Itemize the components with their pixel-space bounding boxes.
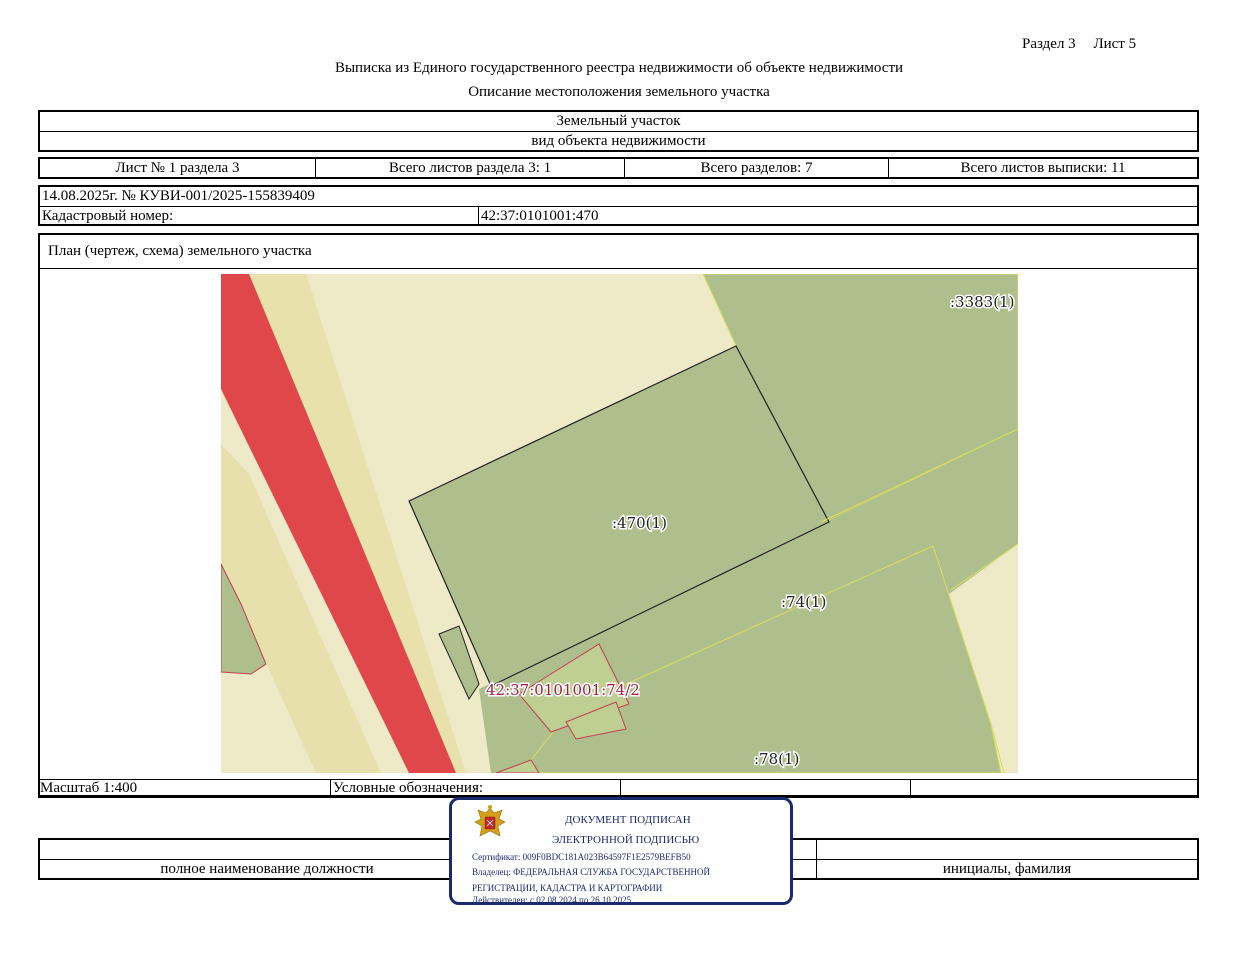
total-sections: Всего разделов: 7: [624, 159, 888, 177]
stamp-valid: Действителен: с 02.08.2024 по 26.10.2025: [472, 895, 632, 905]
cadastral-map: :3383(1) :470(1) :74(1) :78(1) 42:37:010…: [221, 274, 1018, 773]
stamp-owner-2: РЕГИСТРАЦИИ, КАДАСТРА И КАРТОГРАФИИ: [472, 883, 663, 893]
label-parcel-3383: :3383(1): [950, 293, 1014, 311]
stamp-owner-1: Владелец: ФЕДЕРАЛЬНАЯ СЛУЖБА ГОСУДАРСТВЕ…: [472, 867, 711, 877]
sheet-of-section: Лист № 1 раздела 3: [115, 159, 240, 176]
document-subtitle: Описание местоположения земельного участ…: [468, 84, 770, 100]
label-parcel-78: :78(1): [754, 750, 799, 768]
total-sheets-extract: Всего листов выписки: 11: [888, 159, 1197, 177]
total-sheets-section: Всего листов раздела 3: 1: [315, 159, 624, 177]
sheet-info: Раздел 3 Лист 5: [1022, 36, 1136, 53]
sheet-number: Лист 5: [1093, 36, 1137, 52]
eagle-emblem-icon: [474, 805, 506, 837]
scale-label: Масштаб 1:400: [40, 780, 138, 796]
map-drawing: :3383(1) :470(1) :74(1) :78(1) 42:37:010…: [221, 274, 1018, 773]
e-signature-stamp: ДОКУМЕНТ ПОДПИСАН ЭЛЕКТРОННОЙ ПОДПИСЬЮ С…: [449, 797, 793, 905]
position-label: полное наименование должности: [160, 860, 374, 877]
plan-title: План (чертеж, схема) земельного участка: [48, 243, 312, 259]
cadastral-number: 42:37:0101001:470: [478, 207, 1197, 225]
legend-cell-3: [910, 780, 1197, 796]
section-number: Раздел 3: [1022, 36, 1076, 52]
record-box: 14.08.2025г. № КУВИ-001/2025-155839409 К…: [38, 185, 1199, 226]
name-label: инициалы, фамилия: [816, 860, 1197, 878]
legend-cell-2: [620, 780, 910, 796]
label-parcel-470: :470(1): [612, 514, 667, 532]
document-title: Выписка из Единого государственного реес…: [334, 60, 904, 76]
legend-label: Условные обозначения:: [330, 780, 620, 796]
stamp-certificate: Сертификат: 009F0BDC181A023B64597F1E2579…: [472, 852, 691, 862]
label-parcel-74: :74(1): [781, 593, 826, 611]
object-name: Земельный участок: [556, 113, 681, 129]
stamp-line-2: ЭЛЕКТРОННОЙ ПОДПИСЬЮ: [552, 834, 700, 846]
object-kind: вид объекта недвижимости: [531, 133, 706, 149]
object-type-box: Земельный участок вид объекта недвижимос…: [38, 110, 1199, 152]
label-parcel-74-2: 42:37:0101001:74/2: [486, 681, 640, 699]
stamp-line-1: ДОКУМЕНТ ПОДПИСАН: [565, 814, 691, 826]
date-number: 14.08.2025г. № КУВИ-001/2025-155839409: [42, 188, 315, 204]
cadastral-label: Кадастровый номер:: [42, 207, 174, 224]
sheets-row: Лист № 1 раздела 3 Всего листов раздела …: [38, 157, 1199, 179]
scale-row: Масштаб 1:400 Условные обозначения:: [38, 779, 1199, 798]
